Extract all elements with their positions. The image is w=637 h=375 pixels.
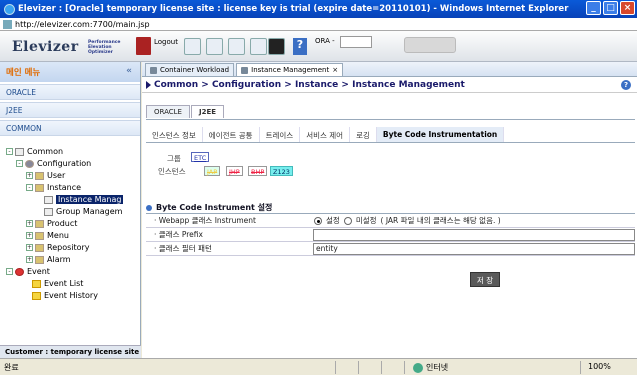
url-text: http://elevizer.com:7700/main.jsp: [15, 19, 150, 29]
form-row: · 클래스 필터 패턴 entity: [146, 242, 635, 256]
breadcrumb-text: Common > Configuration > Instance > Inst…: [154, 79, 465, 90]
logo-tagline: Performance Elevation Optimizer: [88, 40, 121, 55]
tree-item-group-management[interactable]: Group Managem: [44, 206, 122, 217]
tree-item-instance-management[interactable]: Instance Manag: [44, 194, 124, 205]
tree-item-product[interactable]: + Product: [26, 218, 77, 229]
tree-item-repository[interactable]: + Repository: [26, 242, 90, 253]
main-panel: Container Workload Instance Management × …: [142, 62, 637, 358]
field-value: 설정 미설정 ( JAR 파일 내의 클래스는 해당 없음. ): [314, 215, 635, 226]
field-label: · 클래스 필터 패턴: [154, 244, 212, 253]
tree-item-menu[interactable]: + Menu: [26, 230, 69, 241]
document-tabs: Container Workload Instance Management ×: [142, 62, 637, 77]
tab-icon: [241, 66, 249, 74]
tab-oracle[interactable]: ORACLE: [146, 105, 190, 118]
save-button[interactable]: 저 장: [470, 272, 500, 287]
report-icon[interactable]: [228, 38, 245, 55]
sidebar-header: 메인 메뉴 «: [0, 62, 140, 82]
ora-label: ORA -: [315, 37, 335, 45]
customer-status: Customer : temporary license site: [0, 345, 141, 358]
radio-set[interactable]: [314, 216, 322, 225]
settings-form: · Webapp 클래스 Instrument 설정 미설정 ( JAR 파일 …: [146, 213, 635, 256]
tree-item-user[interactable]: + User: [26, 170, 65, 181]
breadcrumb: Common > Configuration > Instance > Inst…: [142, 77, 637, 93]
group-tag-etc[interactable]: ETC: [191, 152, 210, 162]
add-icon[interactable]: [250, 38, 267, 55]
bullet-icon: [146, 204, 152, 211]
tab-trace[interactable]: 트레이스: [260, 127, 301, 142]
tab-icon: [150, 66, 157, 74]
table-icon[interactable]: [206, 38, 223, 55]
logout-icon[interactable]: [136, 37, 151, 55]
sidebar-section-oracle[interactable]: ORACLE: [0, 84, 140, 100]
security-zone: 인터넷: [413, 362, 448, 373]
tab-j2ee[interactable]: J2EE: [190, 105, 225, 118]
radio-unset[interactable]: [343, 216, 352, 225]
app-logo: Elevizer: [12, 39, 79, 55]
instance-tag-selected[interactable]: Z123: [270, 166, 293, 176]
field-label: · Webapp 클래스 Instrument: [154, 216, 256, 225]
help-circle-icon[interactable]: ?: [621, 80, 631, 90]
help-icon[interactable]: ?: [293, 38, 307, 55]
tree-item-instance[interactable]: - Instance: [26, 182, 81, 193]
maximize-button[interactable]: □: [603, 1, 618, 15]
tab-byte-code-instrumentation[interactable]: Byte Code Instrumentation: [376, 127, 505, 142]
address-bar[interactable]: http://elevizer.com:7700/main.jsp: [0, 18, 637, 31]
sidebar: 메인 메뉴 « ORACLE J2EE COMMON - Common - Conf…: [0, 62, 141, 358]
instance-label: 인스턴스: [158, 167, 186, 176]
terminal-icon[interactable]: [268, 38, 285, 55]
db-tabs: ORACLE J2EE: [146, 105, 225, 118]
page-icon: [3, 19, 12, 29]
instance-tag[interactable]: BHP: [248, 166, 268, 176]
class-prefix-input[interactable]: [313, 228, 635, 241]
zoom-level[interactable]: 100%: [588, 362, 611, 371]
sidebar-title: 메인 메뉴: [6, 68, 41, 78]
tab-logging[interactable]: 로깅: [350, 127, 377, 142]
breadcrumb-arrow-icon: [146, 80, 151, 89]
section-title: Byte Code Instrument 설정: [146, 202, 272, 213]
instance-tag[interactable]: JHP: [226, 166, 243, 176]
sidebar-section-common[interactable]: COMMON: [0, 120, 140, 136]
tab-service-control[interactable]: 서비스 제어: [300, 127, 351, 142]
note-text: ( JAR 파일 내의 클래스는 해당 없음. ): [380, 216, 501, 225]
tree-item-configuration[interactable]: - Configuration: [16, 158, 91, 169]
field-label: · 클래스 Prefix: [154, 230, 203, 239]
menu-tree: - Common - Configuration + User - Instance I…: [0, 136, 140, 366]
form-row: · 클래스 Prefix: [146, 228, 635, 242]
signal-indicator-icon: [404, 37, 456, 53]
tab-close-icon[interactable]: ×: [332, 66, 338, 74]
globe-icon: [413, 362, 423, 373]
group-label: 그룹: [167, 154, 181, 163]
tree-item-event[interactable]: - Event: [6, 266, 50, 277]
window-icon[interactable]: [184, 38, 201, 55]
tab-container-workload[interactable]: Container Workload: [145, 63, 235, 76]
tab-agent-common[interactable]: 에이전트 공통: [203, 127, 260, 142]
tree-item-event-history[interactable]: Event History: [32, 290, 98, 301]
tree-item-event-list[interactable]: Event List: [32, 278, 83, 289]
sidebar-section-j2ee[interactable]: J2EE: [0, 102, 140, 118]
ie-icon: [4, 3, 15, 15]
minimize-button[interactable]: _: [586, 1, 601, 15]
sub-tabs: 인스턴스 정보 에이전트 공통 트레이스 서비스 제어 로깅 Byte Code…: [146, 127, 635, 143]
tree-item-common[interactable]: - Common: [6, 146, 63, 157]
app-toolbar: Elevizer Performance Elevation Optimizer…: [0, 31, 637, 62]
window-controls: _ □ ×: [586, 1, 635, 15]
status-bar: 완료 인터넷 100%: [0, 358, 637, 375]
tree-item-alarm[interactable]: + Alarm: [26, 254, 71, 265]
close-button[interactable]: ×: [620, 1, 635, 15]
logout-label[interactable]: Logout: [154, 38, 178, 46]
window-title: Elevizer : [Oracle] temporary license si…: [18, 4, 569, 14]
tab-instance-info[interactable]: 인스턴스 정보: [146, 127, 203, 142]
collapse-icon[interactable]: «: [126, 66, 132, 76]
status-text: 완료: [4, 362, 19, 372]
ora-select[interactable]: [340, 36, 372, 48]
window-titlebar: Elevizer : [Oracle] temporary license si…: [0, 0, 637, 18]
form-row: · Webapp 클래스 Instrument 설정 미설정 ( JAR 파일 …: [146, 214, 635, 228]
instance-tag[interactable]: JAP: [204, 166, 221, 176]
tab-instance-management[interactable]: Instance Management ×: [236, 63, 344, 76]
class-filter-input[interactable]: entity: [313, 242, 635, 255]
divider: [146, 119, 635, 120]
